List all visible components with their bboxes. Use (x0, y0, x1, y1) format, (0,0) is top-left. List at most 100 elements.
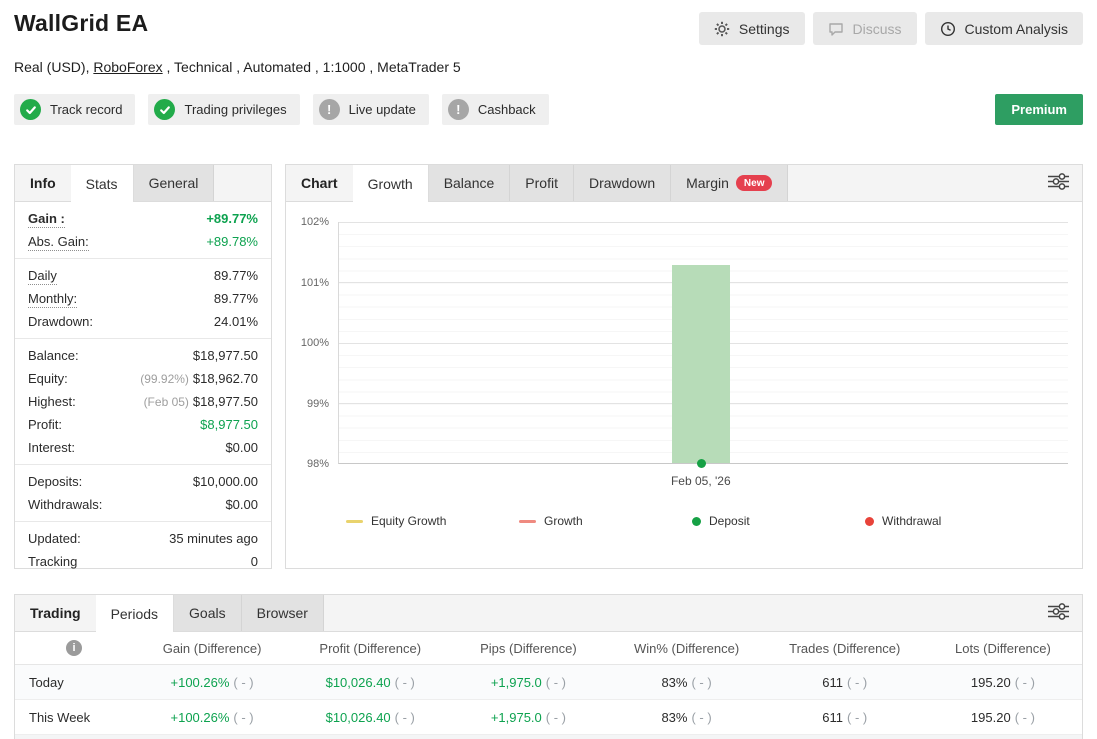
badge-label: Live update (348, 102, 416, 117)
column-header-profit: Profit (Difference) (319, 640, 422, 656)
speech-bubble-icon (828, 21, 844, 37)
stat-row-drawdown: Drawdown: 24.01% (28, 310, 258, 333)
stat-row-tracking: Tracking 0 (28, 550, 258, 573)
stats-list: Gain : +89.77% Abs. Gain: +89.78% Daily … (15, 202, 271, 578)
tab-trading[interactable]: Trading (15, 595, 96, 631)
row-label: This Week (29, 709, 91, 725)
column-header-lots: Lots (Difference) (954, 640, 1051, 656)
difference-cell: ( - ) (847, 709, 868, 725)
tab-profit[interactable]: Profit (510, 165, 574, 201)
info-icon[interactable]: i (66, 640, 82, 656)
stat-row-highest: Highest: (Feb 05) $18,977.50 (28, 390, 258, 413)
profit-cell: $10,026.40 (325, 709, 391, 725)
abs-gain-value: +89.78% (206, 234, 258, 249)
tab-chart[interactable]: Chart (286, 165, 353, 201)
tab-drawdown[interactable]: Drawdown (573, 165, 672, 201)
badge-live-update: ! Live update (312, 94, 429, 125)
tab-info[interactable]: Info (15, 165, 71, 201)
subtitle-suffix: , Technical , Automated , 1:1000 , MetaT… (162, 59, 461, 75)
account-subtitle: Real (USD), RoboForex , Technical , Auto… (14, 59, 1083, 75)
legend-label: Withdrawal (882, 514, 942, 528)
stat-row-daily: Daily 89.77% (28, 264, 258, 287)
equity-label: Equity: (28, 371, 68, 386)
tab-margin[interactable]: Margin New (671, 165, 789, 201)
tab-general[interactable]: General (133, 165, 215, 201)
legend-item-equity-growth[interactable]: Equity Growth (346, 514, 519, 528)
verification-badges: Track record Trading privileges ! Live u… (14, 94, 1083, 125)
badge-trading-privileges: Trading privileges (148, 94, 300, 125)
withdrawals-label: Withdrawals: (28, 497, 103, 512)
legend-item-growth[interactable]: Growth (519, 514, 692, 528)
legend-label: Deposit (709, 514, 750, 528)
drawdown-label: Drawdown: (28, 314, 94, 329)
chart-filter-button[interactable] (1035, 173, 1082, 193)
interest-value: $0.00 (225, 440, 258, 455)
deposit-swatch (692, 516, 701, 526)
subtitle-prefix: Real (USD), (14, 59, 94, 75)
updated-value: 35 minutes ago (169, 531, 258, 546)
deposit-marker (696, 458, 706, 468)
header-actions: Settings Discuss Custom Analysis (698, 12, 1083, 45)
difference-cell: ( - ) (1014, 674, 1035, 690)
y-axis-tick: 102% (300, 216, 329, 228)
tab-stats[interactable]: Stats (70, 165, 134, 202)
settings-button[interactable]: Settings (698, 12, 805, 45)
sliders-icon (1048, 173, 1069, 193)
lots-cell: 195.20 (970, 709, 1011, 725)
custom-analysis-button[interactable]: Custom Analysis (924, 12, 1083, 45)
stats-panel: Info Stats General Gain : +89.77% Abs. G… (14, 164, 272, 569)
legend-item-withdrawal[interactable]: Withdrawal (865, 514, 1038, 528)
custom-analysis-button-label: Custom Analysis (964, 20, 1068, 37)
exclamation-circle-icon: ! (318, 99, 340, 120)
tab-balance[interactable]: Balance (428, 165, 511, 201)
pips-cell: +1,975.0 (490, 674, 542, 690)
pips-cell: +1,975.0 (490, 709, 542, 725)
balance-value: $18,977.50 (192, 348, 258, 363)
table-row-today[interactable]: Today +100.26%( - ) $10,026.40( - ) +1,9… (15, 665, 1082, 700)
discuss-button[interactable]: Discuss (812, 12, 917, 45)
column-header-win: Win% (Difference) (633, 640, 740, 656)
difference-cell: ( - ) (233, 709, 254, 725)
tab-periods[interactable]: Periods (95, 595, 175, 632)
badge-label: Track record (50, 102, 123, 117)
win-cell: 83% (661, 674, 688, 690)
lots-cell: 195.20 (970, 674, 1011, 690)
tab-margin-label: Margin (686, 175, 729, 191)
growth-chart: 102% 101% 100% 99% 98% Feb 05, '26 Equit… (286, 202, 1082, 568)
gain-cell: +100.26% (170, 709, 230, 725)
stat-row-balance: Balance: $18,977.50 (28, 344, 258, 367)
difference-cell: ( - ) (545, 674, 566, 690)
tab-growth[interactable]: Growth (352, 165, 429, 202)
check-circle-icon (154, 99, 176, 120)
stat-row-updated: Updated: 35 minutes ago (28, 527, 258, 550)
tab-browser[interactable]: Browser (241, 595, 324, 631)
x-axis-tick: Feb 05, '26 (670, 474, 731, 488)
premium-button[interactable]: Premium (995, 94, 1083, 125)
growth-bar (672, 264, 731, 463)
broker-link[interactable]: RoboForex (93, 59, 162, 75)
legend-item-deposit[interactable]: Deposit (692, 514, 865, 528)
badge-cashback: ! Cashback (441, 94, 549, 125)
check-circle-icon (20, 99, 41, 120)
table-row-this-week[interactable]: This Week +100.26%( - ) $10,026.40( - ) … (15, 700, 1082, 735)
profit-cell: $10,026.40 (325, 674, 391, 690)
growth-plot[interactable] (338, 222, 1068, 468)
daily-label: Daily (28, 268, 57, 285)
difference-cell: ( - ) (691, 674, 712, 690)
equity-growth-swatch (346, 519, 363, 523)
new-badge: New (735, 175, 773, 191)
periods-tabbar: Trading Periods Goals Browser (15, 595, 1082, 632)
difference-cell: ( - ) (545, 709, 566, 725)
stat-row-gain: Gain : +89.77% (28, 207, 258, 230)
y-axis: 102% 101% 100% 99% 98% (286, 216, 338, 470)
gain-value: +89.77% (206, 211, 258, 226)
tab-goals[interactable]: Goals (174, 595, 242, 631)
settings-button-label: Settings (738, 20, 790, 37)
updated-label: Updated: (28, 531, 81, 546)
page-header: WallGrid EA Settings Discuss Custom Anal… (0, 0, 1097, 125)
growth-swatch (519, 519, 536, 523)
badge-label: Trading privileges (184, 102, 287, 117)
badge-track-record: Track record (14, 94, 136, 125)
trades-cell: 611 (822, 709, 843, 725)
periods-filter-button[interactable] (1035, 603, 1082, 623)
